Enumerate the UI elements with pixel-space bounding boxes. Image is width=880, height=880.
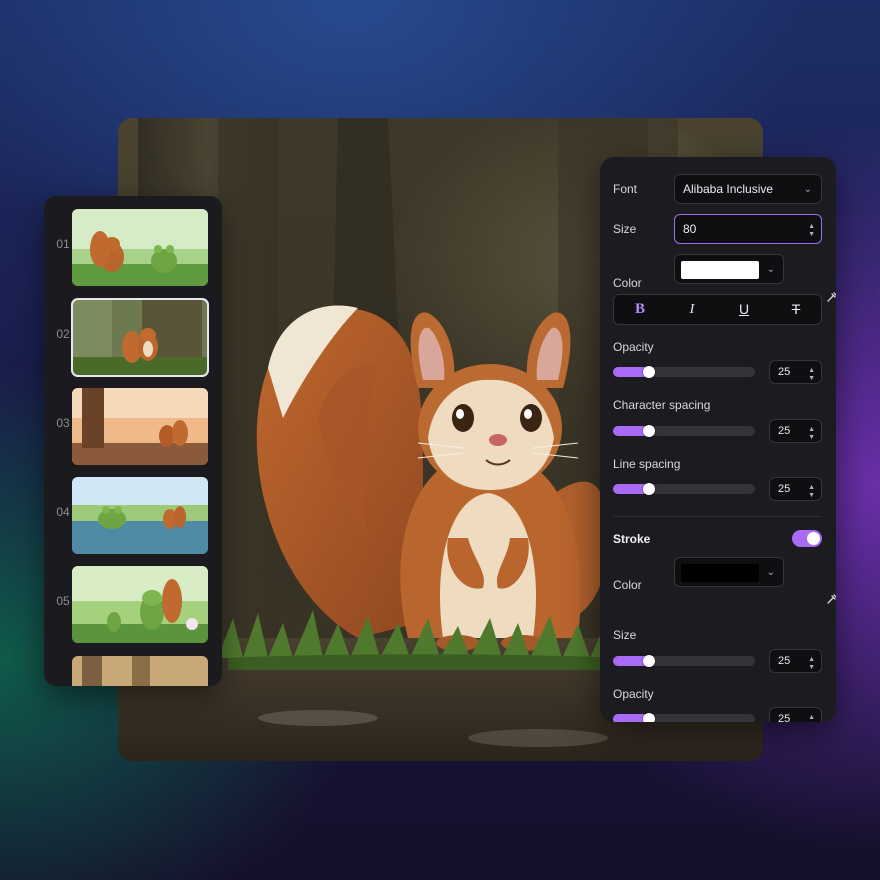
eyedropper-icon[interactable] (826, 593, 836, 605)
scene-item-01[interactable]: 01 (44, 207, 222, 287)
opacity-input[interactable]: 25 ▲ ▼ (769, 360, 822, 384)
stepper-icon[interactable]: ▲▼ (808, 426, 815, 442)
stroke-opacity-slider[interactable] (613, 713, 755, 722)
text-format-toolbar: B I U T (613, 294, 822, 325)
scene-number: 02 (56, 327, 70, 341)
stroke-color-picker[interactable]: ⌄ (674, 557, 784, 587)
line-spacing-label: Line spacing (613, 457, 681, 471)
scenes-panel: 01 02 03 04 05 (44, 196, 222, 686)
stroke-color-label: Color (613, 578, 642, 592)
scene-item-03[interactable]: 03 (44, 386, 222, 466)
stepper-icon[interactable]: ▲▼ (808, 223, 815, 239)
stroke-opacity-input[interactable]: 25 ▲▼ (769, 707, 822, 722)
scene-item-04[interactable]: 04 (44, 475, 222, 555)
color-swatch (681, 564, 759, 582)
size-label: Size (613, 222, 637, 236)
character-spacing-label: Character spacing (613, 398, 711, 412)
stroke-size-label: Size (613, 628, 637, 642)
scene-thumbnail[interactable] (72, 566, 208, 643)
color-swatch (681, 261, 759, 279)
stroke-toggle[interactable] (792, 530, 822, 547)
slider-knob[interactable] (642, 713, 655, 722)
opacity-value: 25 (778, 366, 791, 378)
stroke-label: Stroke (613, 532, 651, 546)
size-input[interactable]: 80 ▲ ▼ (674, 214, 822, 244)
scene-number: 01 (56, 237, 70, 251)
slider-knob[interactable] (642, 366, 655, 378)
character-spacing-value: 25 (778, 425, 791, 437)
opacity-label: Opacity (613, 340, 654, 354)
stroke-size-slider[interactable] (613, 655, 755, 667)
scene-item-02[interactable]: 02 (44, 297, 222, 377)
scene-thumbnail[interactable] (72, 656, 208, 686)
stepper-icon[interactable]: ▲▼ (808, 367, 815, 383)
slider-knob[interactable] (642, 425, 655, 437)
line-spacing-slider[interactable] (613, 483, 755, 495)
stroke-opacity-value: 25 (778, 713, 791, 722)
underline-button[interactable]: U (718, 295, 770, 324)
stepper-icon[interactable]: ▲▼ (808, 484, 815, 500)
toggle-knob (807, 532, 820, 545)
stroke-opacity-label: Opacity (613, 687, 654, 701)
slider-knob[interactable] (642, 655, 655, 667)
chevron-down-icon: ⌄ (766, 567, 775, 578)
italic-button[interactable]: I (666, 295, 718, 324)
scene-thumbnail[interactable] (72, 477, 208, 554)
scene-number: 04 (56, 505, 70, 519)
text-color-picker[interactable]: ⌄ (674, 254, 784, 284)
character-spacing-input[interactable]: 25 ▲ ▼ (769, 419, 822, 443)
size-value: 80 (683, 222, 697, 236)
stepper-icon[interactable]: ▲▼ (808, 656, 815, 672)
chevron-down-icon: ⌄ (803, 184, 812, 195)
scene-number: 03 (56, 416, 70, 430)
stroke-size-input[interactable]: 25 ▲ ▼ (769, 649, 822, 673)
scene-thumbnail[interactable] (71, 298, 209, 377)
strikethrough-button[interactable]: T (770, 295, 822, 324)
scene-item-05[interactable]: 05 (44, 564, 222, 644)
text-properties-panel: Font Alibaba Inclusive ⌄ Size 80 ▲ ▼ Colo… (600, 157, 836, 722)
font-label: Font (613, 182, 638, 196)
scene-item-06[interactable] (44, 654, 222, 686)
font-value: Alibaba Inclusive (683, 182, 774, 196)
scene-number: 05 (56, 594, 70, 608)
opacity-slider[interactable] (613, 366, 755, 378)
color-label: Color (613, 276, 642, 290)
bold-button[interactable]: B (614, 295, 666, 324)
slider-knob[interactable] (642, 483, 655, 495)
character-spacing-slider[interactable] (613, 425, 755, 437)
line-spacing-input[interactable]: 25 ▲ ▼ (769, 477, 822, 501)
section-divider (613, 516, 822, 517)
line-spacing-value: 25 (778, 483, 791, 495)
scene-thumbnail[interactable] (72, 209, 208, 286)
stroke-size-value: 25 (778, 655, 791, 667)
font-select[interactable]: Alibaba Inclusive ⌄ (674, 174, 822, 204)
scene-thumbnail[interactable] (72, 388, 208, 465)
chevron-down-icon: ⌄ (766, 264, 775, 275)
eyedropper-icon[interactable] (826, 291, 836, 303)
stepper-icon[interactable]: ▲▼ (808, 714, 815, 722)
